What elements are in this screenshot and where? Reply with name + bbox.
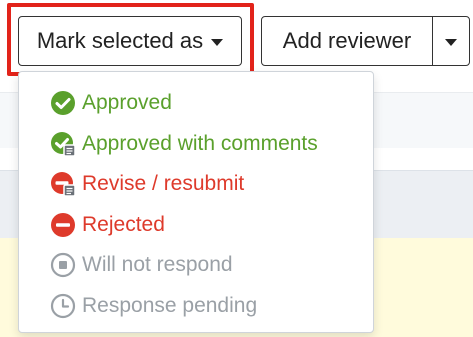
menu-item-label: Approved [82,91,172,115]
menu-item-approved[interactable]: Approved [19,83,373,124]
minus-circle-icon [51,212,75,237]
menu-item-rejected[interactable]: Rejected [19,205,373,246]
menu-item-label: Will not respond [82,253,233,277]
menu-item-label: Rejected [82,212,165,236]
mark-selected-as-label: Mark selected as [36,28,204,53]
add-reviewer-button[interactable]: Add reviewer [261,16,433,66]
menu-item-label: Approved with comments [82,131,318,155]
caret-down-icon [445,38,457,46]
minus-circle-comment-icon [51,172,76,197]
review-panel: d Mark selected as Add reviewer Approved [0,0,473,337]
mark-selected-as-button[interactable]: Mark selected as [18,16,242,66]
caret-down-icon [211,38,224,46]
menu-item-approved-with-comments[interactable]: Approved with comments [19,124,373,165]
menu-item-label: Revise / resubmit [82,172,245,196]
check-circle-comment-icon [51,131,76,157]
menu-item-will-not-respond[interactable]: Will not respond [19,245,373,286]
menu-item-revise-resubmit[interactable]: Revise / resubmit [19,164,373,205]
clock-icon [50,293,76,318]
stop-circle-icon [50,253,76,278]
mark-selected-dropdown-menu: Approved Approved with comments Revise /… [18,71,374,333]
menu-item-label: Response pending [82,293,258,317]
add-reviewer-dropdown-toggle[interactable] [432,16,470,66]
check-circle-icon [51,91,75,116]
menu-item-response-pending[interactable]: Response pending [19,286,373,327]
add-reviewer-label: Add reviewer [282,28,412,53]
